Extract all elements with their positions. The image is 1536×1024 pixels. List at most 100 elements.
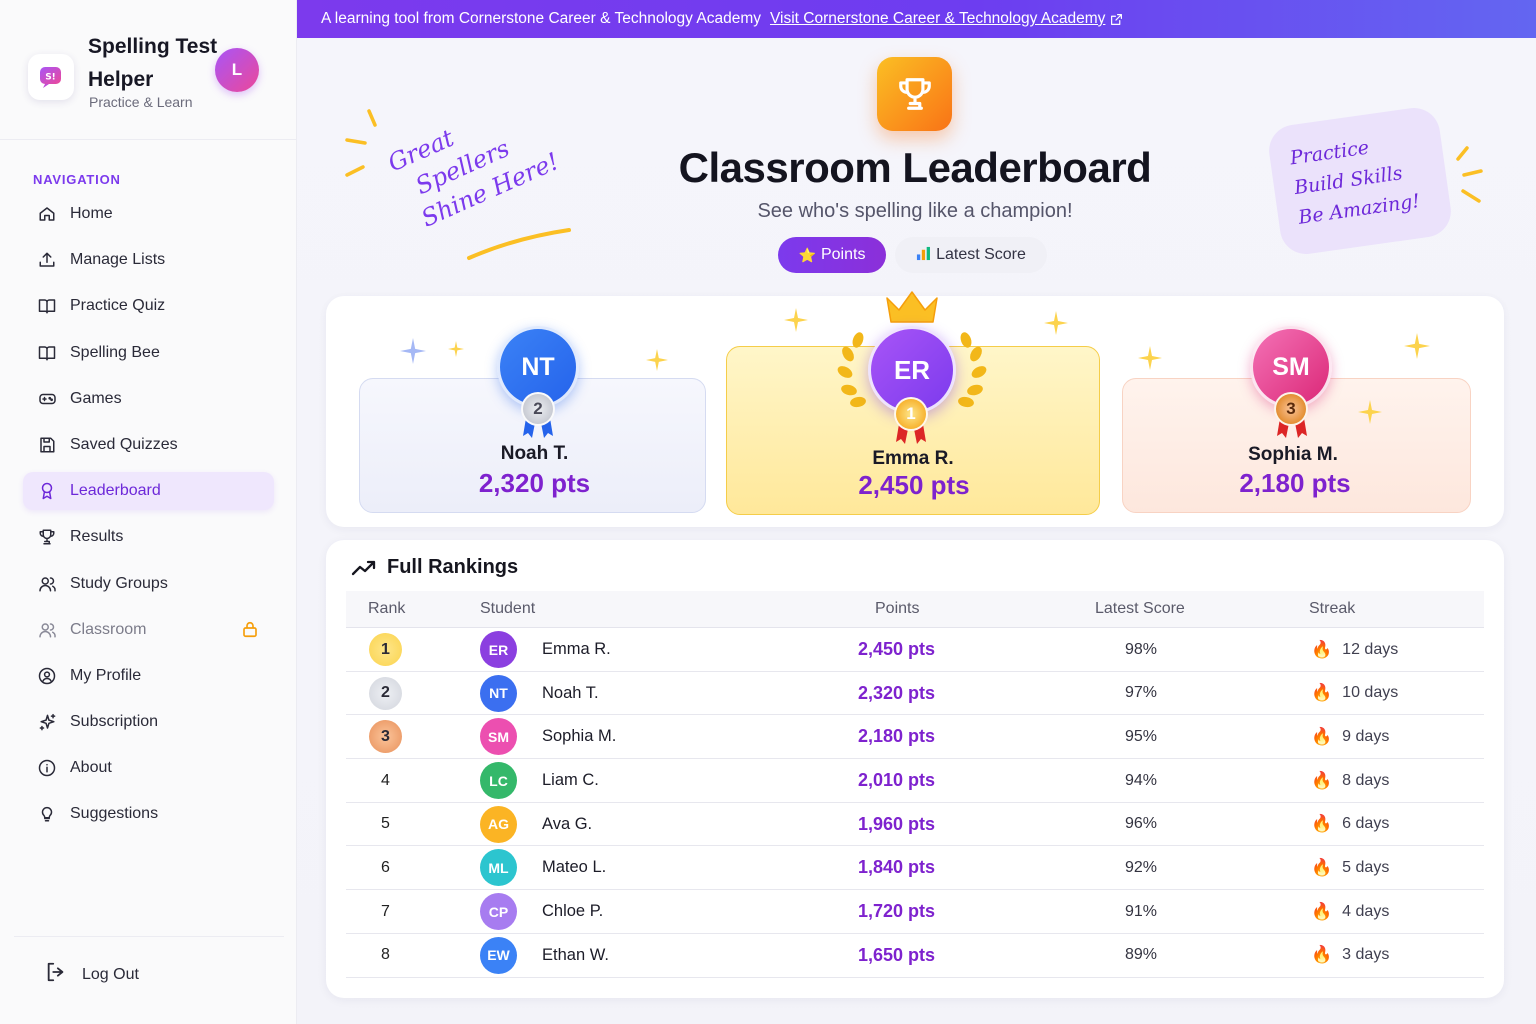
user-avatar[interactable]: L: [215, 48, 259, 92]
podium-points-third: 2,180 pts: [1239, 468, 1351, 498]
student-name: Noah T.: [542, 683, 599, 702]
column-header-latest-score[interactable]: Latest Score: [1095, 600, 1185, 618]
rank-badge: 2: [369, 676, 402, 710]
score-cell: 96%: [1125, 803, 1157, 846]
table-row[interactable]: 1 ER Emma R. 2,450 pts 98% 🔥 12 days: [346, 628, 1484, 672]
gold-medal: 1: [894, 397, 928, 431]
flame-icon: 🔥: [1311, 726, 1333, 746]
podium-points-first: 2,450 pts: [858, 470, 970, 500]
sidebar-item-suggestions[interactable]: Suggestions: [23, 795, 274, 833]
points-cell: 1,650 pts: [858, 934, 935, 977]
student-name: Ethan W.: [542, 945, 609, 964]
app-title: Spelling Test Helper: [88, 35, 218, 91]
logout-label: Log Out: [82, 965, 139, 983]
sidebar-item-home[interactable]: Home: [23, 195, 274, 233]
streak-value: 9 days: [1342, 727, 1390, 745]
streak-value: 12 days: [1342, 640, 1399, 658]
student-avatar: LC: [480, 762, 517, 800]
student-name: Liam C.: [542, 771, 599, 790]
trending-up-icon: [351, 560, 376, 575]
bronze-medal: 3: [1274, 392, 1308, 426]
svg-text:S!: S!: [45, 73, 56, 83]
award-icon: [37, 481, 57, 501]
sidebar-item-saved-quizzes[interactable]: Saved Quizzes: [23, 426, 274, 464]
sidebar-item-manage-lists[interactable]: Manage Lists: [23, 241, 274, 279]
sidebar-item-label: Subscription: [70, 713, 159, 731]
logout-button[interactable]: Log Out: [45, 961, 139, 988]
flame-icon: 🔥: [1311, 770, 1333, 790]
sidebar-item-label: Practice Quiz: [70, 297, 166, 315]
latest-score-value: 92%: [1125, 858, 1158, 876]
column-header-points[interactable]: Points: [875, 600, 919, 618]
rank-number: 4: [381, 771, 390, 789]
rank-cell: 8: [369, 934, 402, 977]
table-row[interactable]: 2 NT Noah T. 2,320 pts 97% 🔥 10 days: [346, 672, 1484, 716]
toggle-points-button[interactable]: ⭐ Points: [778, 237, 886, 273]
rank-number: 5: [381, 815, 390, 833]
points-value: 2,320 pts: [858, 682, 936, 703]
score-cell: 91%: [1125, 890, 1157, 933]
points-value: 1,650 pts: [858, 944, 936, 965]
banner-link[interactable]: Visit Cornerstone Career & Technology Ac…: [770, 10, 1123, 28]
sidebar-item-games[interactable]: Games: [23, 380, 274, 418]
podium: NT 2 Noah T. 2,320 pts ER 1 Emma R. 2,45…: [326, 291, 1504, 527]
sidebar-item-label: Manage Lists: [70, 251, 166, 269]
streak-value: 6 days: [1342, 815, 1390, 833]
streak-value: 8 days: [1342, 771, 1390, 789]
sidebar-item-classroom[interactable]: Classroom: [23, 611, 274, 649]
sparkle-icon: [646, 349, 668, 371]
student-name: Emma R.: [542, 640, 611, 658]
rank-badge: 3: [369, 720, 402, 754]
latest-score-value: 96%: [1125, 815, 1158, 833]
sidebar-item-label: Classroom: [70, 620, 147, 638]
student-cell: NT Noah T.: [480, 672, 599, 715]
sidebar-item-subscription[interactable]: Subscription: [23, 703, 274, 741]
student-name: Mateo L.: [542, 858, 607, 877]
table-row[interactable]: 4 LC Liam C. 2,010 pts 94% 🔥 8 days: [346, 759, 1484, 803]
student-cell: ER Emma R.: [480, 628, 611, 671]
latest-score-value: 91%: [1125, 902, 1158, 920]
burst-lines-icon: [1456, 146, 1483, 203]
sidebar-item-label: Saved Quizzes: [70, 435, 178, 453]
table-row[interactable]: 3 SM Sophia M. 2,180 pts 95% 🔥 9 days: [346, 715, 1484, 760]
sidebar-item-label: About: [70, 759, 112, 777]
points-value: 1,720 pts: [858, 901, 936, 922]
student-name: Chloe P.: [542, 902, 604, 921]
student-avatar: CP: [480, 893, 517, 931]
flame-icon: 🔥: [1311, 945, 1333, 965]
rank-cell: 5: [369, 803, 402, 846]
podium-points-second: 2,320 pts: [478, 468, 591, 498]
underline-swash: [467, 228, 571, 260]
column-header-rank[interactable]: Rank: [368, 600, 405, 618]
sidebar-item-my-profile[interactable]: My Profile: [23, 657, 274, 695]
latest-score-value: 89%: [1125, 946, 1158, 964]
rank-number: 8: [381, 946, 390, 964]
table-row[interactable]: 5 AG Ava G. 1,960 pts 96% 🔥 6 days: [346, 803, 1484, 847]
points-cell: 1,720 pts: [858, 890, 935, 933]
table-row[interactable]: 7 CP Chloe P. 1,720 pts 91% 🔥 4 days: [346, 890, 1484, 934]
sidebar-item-study-groups[interactable]: Study Groups: [23, 565, 274, 603]
silver-medal: 2: [521, 392, 555, 426]
sidebar-item-practice-quiz[interactable]: Practice Quiz: [23, 287, 274, 325]
sidebar-item-leaderboard[interactable]: Leaderboard: [23, 472, 274, 511]
toggle-latest-score-button[interactable]: Latest Score: [895, 237, 1047, 273]
sparkle-icon: [1404, 333, 1430, 359]
student-avatar: AG: [480, 805, 517, 843]
table-row[interactable]: 6 ML Mateo L. 1,840 pts 92% 🔥 5 days: [346, 846, 1484, 891]
sidebar-item-spelling-bee[interactable]: Spelling Bee: [23, 334, 274, 372]
sidebar-item-results[interactable]: Results: [23, 518, 274, 556]
streak-cell: 🔥 4 days: [1311, 890, 1389, 933]
lock-icon: [241, 620, 259, 644]
column-header-streak[interactable]: Streak: [1309, 600, 1355, 618]
sidebar-item-about[interactable]: About: [23, 749, 274, 787]
divider: [0, 139, 297, 140]
book-icon: [37, 343, 57, 363]
rank-cell: 4: [369, 759, 402, 802]
table-row[interactable]: 8 EW Ethan W. 1,650 pts 89% 🔥 3 days: [346, 934, 1484, 978]
points-cell: 2,320 pts: [858, 672, 935, 715]
column-header-student[interactable]: Student: [480, 600, 535, 618]
rank-cell: 6: [369, 846, 402, 889]
streak-value: 5 days: [1342, 858, 1390, 876]
info-icon: [37, 758, 57, 778]
student-name: Sophia M.: [542, 727, 617, 746]
